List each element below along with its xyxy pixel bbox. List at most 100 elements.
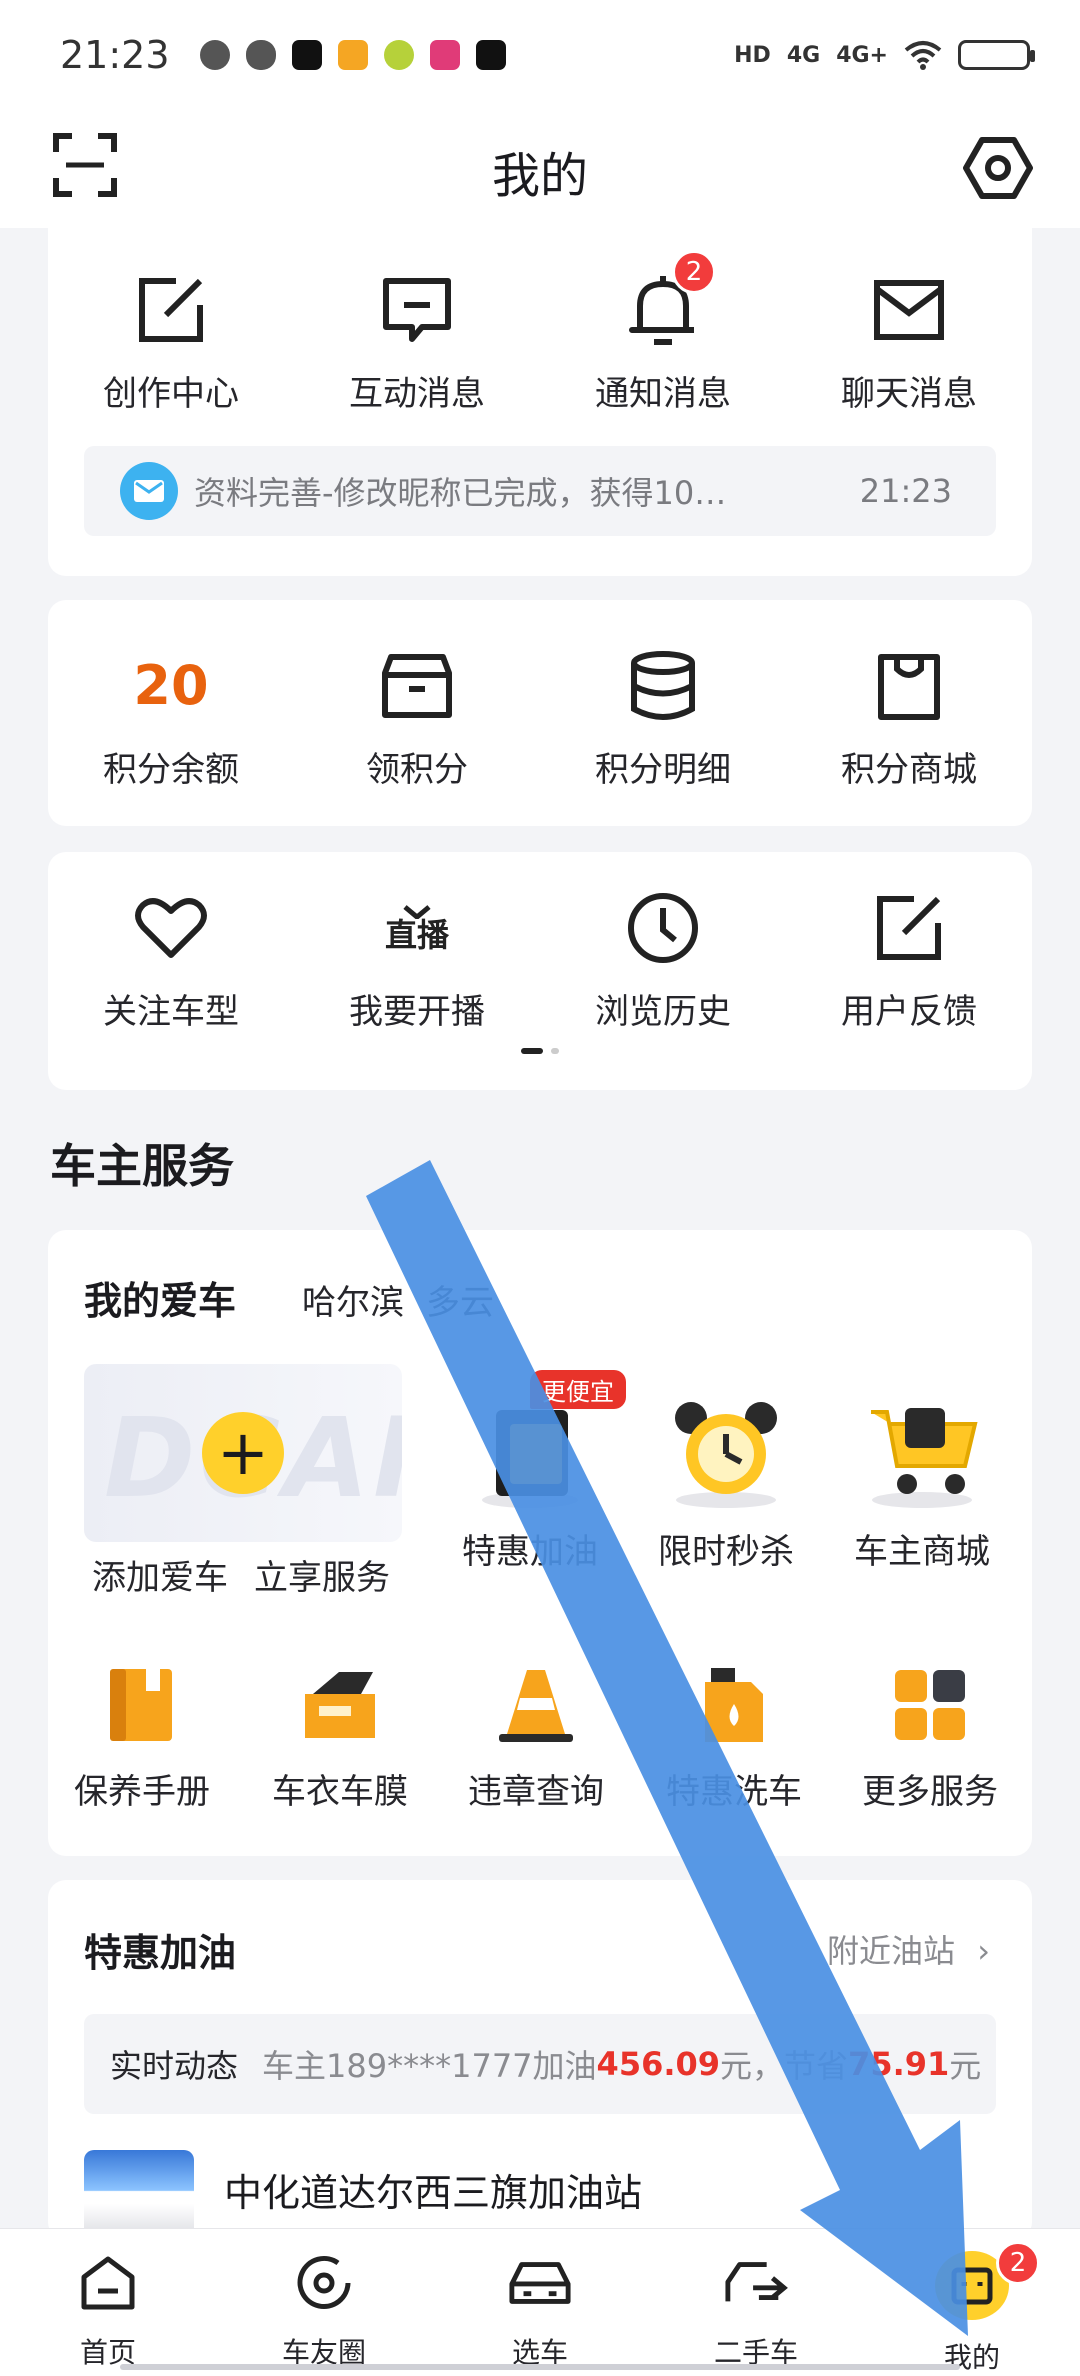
mail-icon (874, 280, 944, 340)
page-dot (551, 1048, 559, 1054)
messages-grid: 创作中心 互动消息 2 通知消息 聊天消息 (48, 228, 1032, 415)
violation-query-item[interactable]: 违章查询 (438, 1660, 634, 1813)
chevron-right-icon: › (977, 1932, 990, 1970)
wifi-icon (904, 41, 942, 70)
city-label[interactable]: 哈尔滨 (302, 1275, 404, 1324)
status-time: 21:23 (60, 33, 170, 77)
points-detail-item[interactable]: 积分明细 (540, 644, 786, 791)
database-icon (631, 651, 695, 720)
messages-card: 创作中心 互动消息 2 通知消息 聊天消息 资料完善-修改昵称已完成，获得10…… (48, 228, 1032, 576)
car-icon (509, 2262, 571, 2304)
edit-icon (877, 896, 941, 960)
points-card: 20 积分余额 领积分 积分明细 积分商城 (48, 600, 1032, 826)
bag-icon (878, 654, 940, 720)
signal-4g-indicator: 4G (786, 42, 821, 68)
interaction-messages-item[interactable]: 互动消息 (294, 268, 540, 415)
maintenance-manual-label: 保养手册 (74, 1772, 210, 1812)
points-balance-label: 积分余额 (103, 750, 239, 790)
tab-community[interactable]: 车友圈 (216, 2229, 432, 2376)
car-film-item[interactable]: 车衣车膜 (242, 1660, 438, 1813)
header: 我的 (0, 110, 1080, 228)
live-tv-icon: 直播 (375, 886, 459, 970)
earn-points-item[interactable]: 领积分 (294, 644, 540, 791)
home-icon (81, 2256, 135, 2310)
latest-message-bar[interactable]: 资料完善-修改昵称已完成，获得10… 21:23 (84, 446, 996, 536)
capcut-icon (475, 40, 506, 70)
hd-indicator: HD (734, 42, 771, 68)
notification-messages-item[interactable]: 2 通知消息 (540, 250, 786, 415)
discount-fuel-label: 特惠加油 (462, 1532, 598, 1572)
nearby-stations-label: 附近油站 (827, 1932, 956, 1970)
followed-models-label: 关注车型 (103, 992, 239, 1032)
alarm-clock-icon (656, 1380, 796, 1510)
page-dot-active (521, 1048, 543, 1054)
film-icon (305, 1672, 375, 1738)
car-wash-item[interactable]: 特惠洗车 (636, 1660, 832, 1813)
cloud-icon (245, 40, 276, 70)
fuel-card-icon: 更便宜 (460, 1370, 626, 1510)
discount-fuel-card: 特惠加油 附近油站 › 实时动态 车主189****1777加油 456.09 … (48, 1880, 1032, 2240)
owner-mall-label: 车主商城 (854, 1532, 990, 1572)
bottom-tab-bar: 首页 车友圈 选车 二手车 2 我的 (0, 2228, 1080, 2376)
browse-history-item[interactable]: 浏览历史 (540, 886, 786, 1033)
chat-messages-label: 聊天消息 (841, 374, 977, 414)
feedback-label: 用户反馈 (841, 992, 977, 1032)
live-activity-prefix: 车主189****1777加油 (262, 2047, 597, 2085)
feedback-item[interactable]: 用户反馈 (786, 886, 1032, 1033)
game-icon (383, 40, 414, 70)
points-balance-item[interactable]: 20 积分余额 (48, 644, 294, 791)
creation-center-item[interactable]: 创作中心 (48, 268, 294, 415)
tab-home[interactable]: 首页 (0, 2229, 216, 2376)
status-bar: 21:23 HD 4G 4G+ (0, 0, 1080, 110)
car-wash-label: 特惠洗车 (666, 1772, 802, 1812)
more-services-item[interactable]: 更多服务 (832, 1660, 1028, 1813)
shopping-cart-icon (852, 1380, 992, 1510)
manual-icon (110, 1669, 172, 1741)
maintenance-manual-item[interactable]: 保养手册 (44, 1660, 240, 1813)
settings-icon (963, 137, 1033, 199)
station-name[interactable]: 中化道达尔西三旗加油站 (224, 2162, 642, 2217)
points-detail-label: 积分明细 (595, 750, 731, 790)
creation-center-label: 创作中心 (103, 374, 239, 414)
heart-icon (135, 898, 207, 958)
latest-message-time: 21:23 (859, 472, 952, 510)
edit-icon (139, 278, 203, 342)
settings-button[interactable] (962, 132, 1034, 204)
car-tabs: 我的爱车 哈尔滨 多云 (84, 1270, 494, 1325)
nearby-stations-link[interactable]: 附近油站 › (827, 1926, 990, 1972)
points-mall-item[interactable]: 积分商城 (786, 644, 1032, 791)
tab-my-car[interactable]: 我的爱车 (84, 1270, 236, 1325)
discount-fuel-title: 特惠加油 (84, 1931, 237, 1975)
add-car-button[interactable]: DCAR + (84, 1364, 402, 1542)
instant-service-label[interactable]: 立享服务 (254, 1550, 390, 1599)
live-activity-mid: 元，节省 (720, 2047, 849, 2085)
box-icon (382, 654, 452, 718)
battery-icon (958, 40, 1035, 70)
tiktok-icon (291, 40, 322, 70)
tab-me-label: 我的 (943, 2341, 1000, 2374)
discount-fuel-item[interactable]: 更便宜 特惠加油 (432, 1370, 628, 1573)
latest-message-text: 资料完善-修改昵称已完成，获得10… (194, 474, 727, 512)
chat-messages-item[interactable]: 聊天消息 (786, 268, 1032, 415)
owner-services-title: 车主服务 (50, 1139, 234, 1193)
station-thumbnail[interactable] (84, 2150, 194, 2240)
add-car-label: 添加爱车 (92, 1558, 228, 1598)
home-indicator (120, 2364, 960, 2370)
flash-sale-item[interactable]: 限时秒杀 (628, 1380, 824, 1573)
clock-icon (628, 893, 698, 963)
me-badge: 2 (996, 2241, 1040, 2285)
signal-4gplus-indicator: 4G+ (836, 42, 888, 68)
tab-choose-car[interactable]: 选车 (432, 2229, 648, 2376)
comment-icon (383, 278, 451, 342)
owner-mall-item[interactable]: 车主商城 (824, 1380, 1020, 1573)
points-mall-label: 积分商城 (841, 750, 977, 790)
tab-used-car[interactable]: 二手车 (648, 2229, 864, 2376)
followed-models-item[interactable]: 关注车型 (48, 886, 294, 1033)
live-activity-bar: 实时动态 车主189****1777加油 456.09 元，节省 75.91 元 (84, 2014, 996, 2114)
live-activity-saved: 75.91 (848, 2045, 950, 2083)
weather-label: 多云 (426, 1283, 495, 1323)
tab-me[interactable]: 2 我的 (864, 2229, 1080, 2376)
grid-icon (895, 1670, 965, 1740)
notification-messages-label: 通知消息 (595, 374, 731, 414)
go-live-item[interactable]: 直播 我要开播 (294, 886, 540, 1033)
